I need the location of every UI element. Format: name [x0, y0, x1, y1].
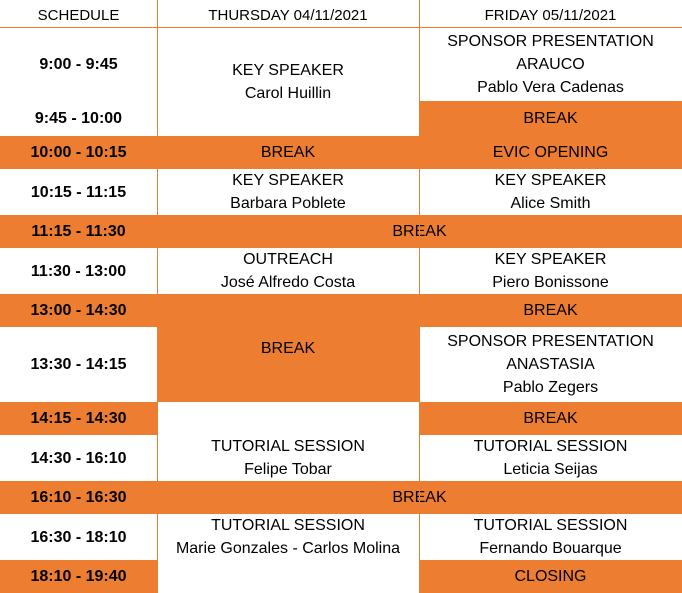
friday-session-key-speaker: KEY SPEAKER Piero Bonissone [419, 248, 682, 294]
session-title: KEY SPEAKER [232, 172, 344, 189]
sponsor-company: ARAUCO [516, 56, 585, 73]
friday-break-cell: BREAK [419, 402, 682, 435]
session-title: KEY SPEAKER [494, 251, 607, 268]
session-title: SPONSOR PRESENTATION [447, 33, 654, 50]
session-speaker: Barbara Poblete [230, 195, 346, 212]
thursday-tutorial-session: TUTORIAL SESSION Felipe Tobar [157, 435, 419, 481]
time-cell: 9:45 - 10:00 [34, 110, 123, 127]
header-friday: FRIDAY 05/11/2021 [484, 6, 617, 24]
time-cell: 14:30 - 16:10 [30, 449, 127, 467]
friday-closing: CLOSING [419, 560, 682, 593]
thursday-tutorial-session: TUTORIAL SESSION Marie Gonzales - Carlos… [157, 514, 419, 560]
time-cell: 10:15 - 11:15 [30, 183, 127, 201]
time-cell: 11:15 - 11:30 [0, 215, 157, 248]
session-title: OUTREACH [243, 251, 333, 268]
friday-sponsor-presentation: SPONSOR PRESENTATION ANASTASIA Pablo Zeg… [419, 327, 682, 402]
time-cell: 10:00 - 10:15 [0, 136, 157, 169]
time-cell: 9:00 - 9:45 [39, 56, 118, 73]
grid-line-header [0, 27, 682, 28]
session-speaker: Alice Smith [510, 195, 591, 212]
friday-tutorial-session: TUTORIAL SESSION Fernando Bouarque [419, 514, 682, 560]
friday-break-cell: BREAK [419, 294, 682, 327]
session-speaker: José Alfredo Costa [220, 274, 356, 291]
friday-break-cell: BREAK [419, 101, 682, 136]
grid-line-col2 [419, 0, 420, 593]
time-cell: 13:00 - 14:30 [0, 294, 157, 327]
session-title: KEY SPEAKER [494, 172, 607, 189]
thursday-session-key-speaker: KEY SPEAKER Carol Huillin [157, 28, 419, 136]
thursday-break-cell: BREAK [157, 136, 419, 169]
time-cell: 18:10 - 19:40 [0, 560, 157, 593]
session-title: TUTORIAL SESSION [473, 517, 628, 534]
session-speaker: Marie Gonzales - Carlos Molina [175, 540, 401, 557]
time-cell: 13:30 - 14:15 [30, 356, 127, 373]
session-speaker: Leticia Seijas [503, 461, 598, 478]
session-speaker: Felipe Tobar [244, 461, 332, 478]
session-title: TUTORIAL SESSION [211, 438, 365, 455]
session-speaker: Pablo Zegers [502, 379, 599, 396]
session-speaker: Pablo Vera Cadenas [477, 79, 624, 96]
grid-line-col1 [157, 0, 158, 593]
thursday-empty-cell [157, 560, 419, 593]
friday-session-key-speaker: KEY SPEAKER Alice Smith [419, 169, 682, 215]
thursday-session-key-speaker: KEY SPEAKER Barbara Poblete [157, 169, 419, 215]
friday-sponsor-presentation: SPONSOR PRESENTATION ARAUCO Pablo Vera C… [419, 28, 682, 101]
session-speaker: Piero Bonissone [492, 274, 609, 291]
header-thursday: THURSDAY 04/11/2021 [208, 6, 368, 24]
session-speaker: Carol Huillin [244, 85, 332, 102]
thursday-break-cell: BREAK [157, 294, 419, 402]
time-cell: 16:30 - 18:10 [30, 528, 127, 546]
header-schedule: SCHEDULE [37, 6, 120, 24]
session-title: KEY SPEAKER [232, 62, 344, 79]
session-title: TUTORIAL SESSION [473, 438, 628, 455]
friday-evic-opening: EVIC OPENING [419, 136, 682, 169]
session-speaker: Fernando Bouarque [479, 540, 622, 557]
session-title: TUTORIAL SESSION [211, 517, 365, 534]
thursday-session-outreach: OUTREACH José Alfredo Costa [157, 248, 419, 294]
time-cell: 16:10 - 16:30 [0, 481, 157, 514]
session-title: SPONSOR PRESENTATION [447, 333, 654, 350]
sponsor-company: ANASTASIA [506, 356, 595, 373]
time-cell: 14:15 - 14:30 [0, 402, 157, 435]
friday-tutorial-session: TUTORIAL SESSION Leticia Seijas [419, 435, 682, 481]
time-cell: 11:30 - 13:00 [30, 262, 127, 280]
